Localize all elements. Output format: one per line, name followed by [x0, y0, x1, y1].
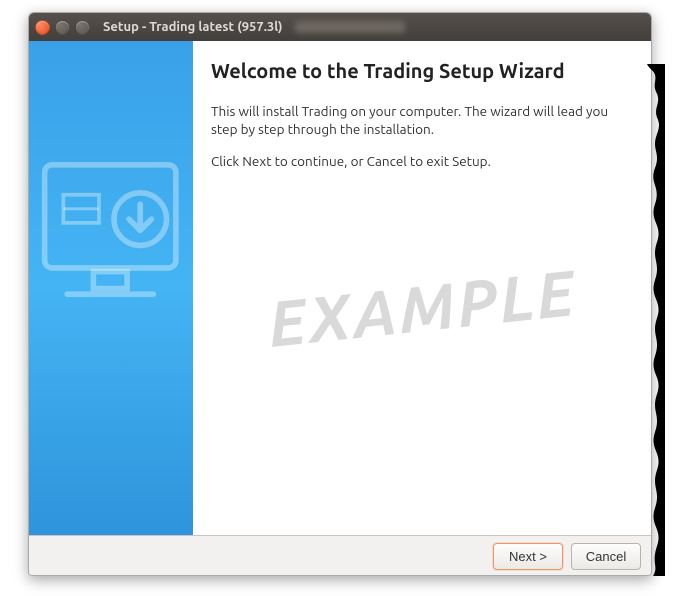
close-icon[interactable]	[35, 20, 50, 35]
side-panel	[29, 41, 193, 535]
download-monitor-icon	[39, 151, 189, 351]
example-watermark: EXAMPLE	[265, 256, 580, 360]
wizard-paragraph-1: This will install Trading on your comput…	[211, 102, 629, 138]
wizard-content: Welcome to the Trading Setup Wizard This…	[29, 41, 651, 535]
cancel-button[interactable]: Cancel	[571, 543, 641, 570]
maximize-icon[interactable]	[75, 20, 90, 35]
titlebar: Setup - Trading latest (957.3l)	[29, 13, 651, 41]
title-blurred-text	[295, 21, 405, 33]
main-panel: Welcome to the Trading Setup Wizard This…	[193, 41, 651, 535]
setup-wizard-window: Setup - Trading latest (957.3l) Welcome …	[28, 12, 652, 576]
wizard-footer: Next > Cancel	[29, 535, 651, 576]
wizard-heading: Welcome to the Trading Setup Wizard	[211, 59, 629, 82]
window-title: Setup - Trading latest (957.3l)	[103, 20, 282, 34]
next-button[interactable]: Next >	[493, 543, 563, 570]
wizard-paragraph-2: Click Next to continue, or Cancel to exi…	[211, 152, 629, 170]
minimize-icon[interactable]	[55, 20, 70, 35]
